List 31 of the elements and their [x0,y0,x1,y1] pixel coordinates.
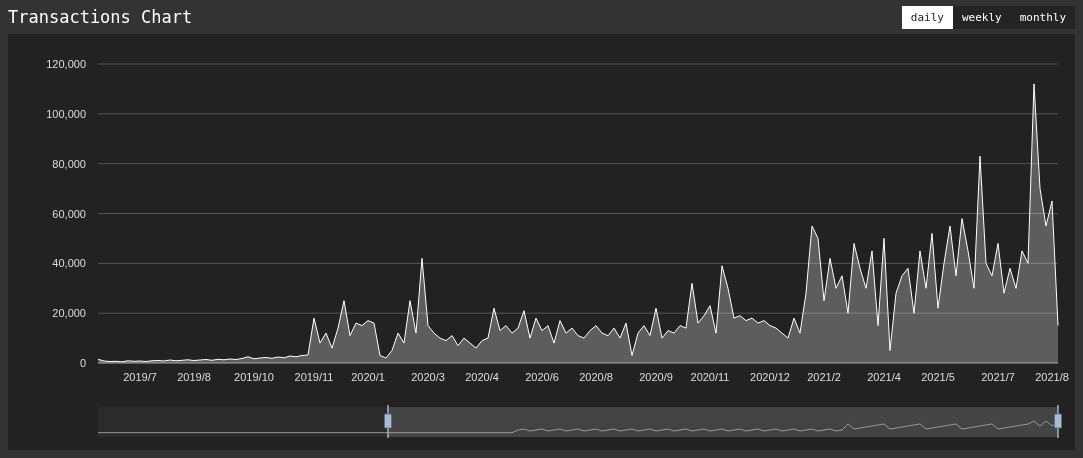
x-axis-label: 2021/5 [921,371,955,383]
x-axis-label: 2020/3 [411,371,445,383]
x-axis-label: 2021/8 [1035,371,1069,383]
y-axis-label: 20,000 [52,307,86,320]
x-axis-label: 2019/7 [123,371,157,383]
x-axis-label: 2021/7 [981,371,1015,383]
x-axis-label: 2020/8 [579,371,613,383]
period-tab[interactable]: monthly [1010,5,1075,29]
slider-handle[interactable] [384,404,392,439]
y-axis-label: 60,000 [52,207,86,220]
x-axis-label: 2021/2 [807,371,841,383]
chart-title: Transactions Chart [8,7,193,27]
x-axis-label: 2019/8 [177,371,211,383]
x-axis-label: 2020/12 [750,371,790,383]
x-axis-label: 2020/9 [639,371,673,383]
period-tab[interactable]: daily [901,5,953,29]
x-axis-label: 2019/10 [234,371,274,383]
slider-handle[interactable] [1054,404,1062,439]
x-axis-label: 2020/11 [690,371,730,383]
y-axis-label: 120,000 [46,58,86,70]
y-axis-label: 100,000 [46,107,86,120]
x-axis-label: 2020/4 [465,371,499,383]
x-axis-label: 2020/1 [351,371,385,383]
x-axis-label: 2021/4 [867,371,901,383]
period-tab[interactable]: weekly [952,5,1011,29]
y-axis-label: 80,000 [52,157,86,170]
slider-window[interactable] [388,407,1058,437]
y-axis-label: 40,000 [52,257,86,270]
y-axis-label: 0 [79,357,86,369]
x-axis-label: 2020/6 [525,371,559,383]
x-axis-label: 2019/11 [294,371,334,383]
